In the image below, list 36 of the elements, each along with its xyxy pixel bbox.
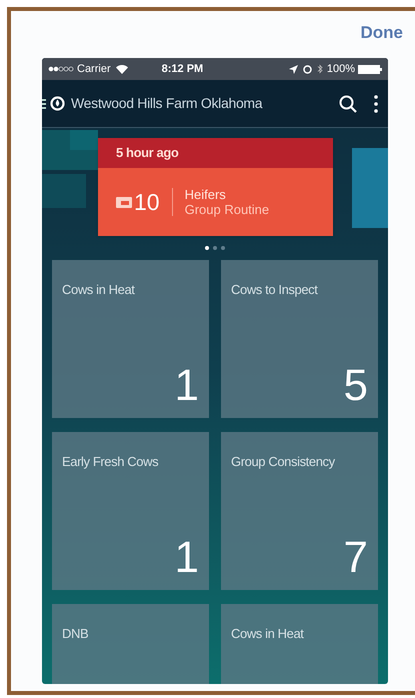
tile-label: Cows in Heat bbox=[231, 625, 305, 643]
stat-tile[interactable]: DNB bbox=[52, 604, 209, 684]
bluetooth-icon bbox=[316, 64, 323, 74]
tile-label: Cows in Heat bbox=[62, 281, 136, 299]
water-drop-logo-icon bbox=[50, 96, 65, 111]
alert-title: Heifers bbox=[184, 187, 227, 202]
battery-percent: 100% bbox=[326, 62, 355, 77]
stat-tile[interactable]: Cows to Inspect 5 bbox=[221, 260, 378, 418]
battery-icon bbox=[358, 64, 382, 74]
stat-tile[interactable]: Cows in Heat bbox=[221, 604, 378, 684]
alert-count: 10 bbox=[134, 188, 160, 217]
alert-subtitle: Group Routine bbox=[184, 202, 270, 217]
search-icon[interactable] bbox=[339, 94, 357, 112]
signal-icon bbox=[48, 66, 74, 72]
alarm-clock-icon bbox=[302, 64, 312, 74]
farm-title: Westwood Hills Farm Oklahoma bbox=[71, 94, 262, 113]
tile-label: Early Fresh Cows bbox=[62, 453, 160, 471]
stat-tile[interactable]: Cows in Heat 1 bbox=[52, 260, 209, 418]
tile-count: 1 bbox=[174, 536, 199, 580]
tile-count: 5 bbox=[344, 364, 368, 408]
wifi-icon bbox=[116, 64, 128, 74]
tile-count: 7 bbox=[344, 536, 368, 580]
alert-time: 5 hour ago bbox=[116, 144, 178, 162]
carrier-name: Carrier bbox=[77, 62, 111, 77]
done-button[interactable]: Done bbox=[360, 20, 403, 46]
stat-tile[interactable]: Early Fresh Cows 1 bbox=[52, 432, 209, 590]
ticket-icon bbox=[116, 196, 132, 208]
tile-label: Cows to Inspect bbox=[231, 281, 319, 299]
clock-time: 8:12 PM bbox=[162, 62, 204, 77]
more-options-icon[interactable] bbox=[374, 94, 378, 112]
location-arrow-icon bbox=[288, 64, 298, 74]
stat-tile[interactable]: Group Consistency 7 bbox=[221, 432, 378, 590]
tile-label: Group Consistency bbox=[231, 453, 336, 471]
alert-card[interactable]: 5 hour ago 10 Heifers Group Routine bbox=[98, 138, 333, 236]
tile-label: DNB bbox=[62, 625, 90, 643]
tile-count: 1 bbox=[174, 364, 199, 408]
